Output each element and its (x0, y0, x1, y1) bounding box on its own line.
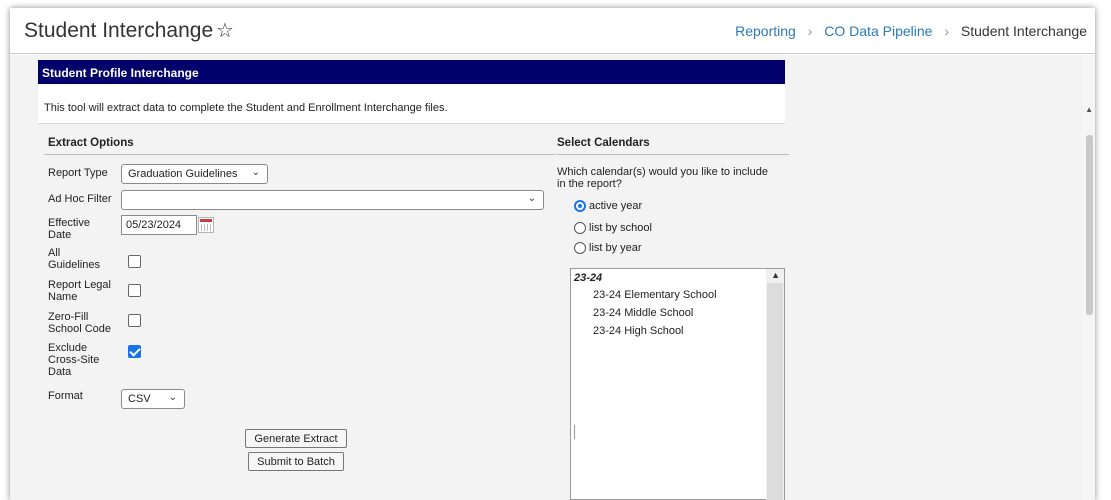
text-cursor (574, 425, 575, 439)
report-type-label: Report Type (48, 167, 108, 179)
app-window: Student Interchange ☆ Reporting › CO Dat… (10, 8, 1095, 500)
all-guidelines-checkbox[interactable] (128, 255, 141, 268)
zero-fill-checkbox[interactable] (128, 314, 141, 327)
report-type-value: Graduation Guidelines (128, 168, 238, 180)
content-area: Student Profile Interchange This tool wi… (10, 55, 1083, 500)
top-bar: Student Interchange ☆ Reporting › CO Dat… (10, 8, 1095, 54)
breadcrumb-reporting[interactable]: Reporting (735, 23, 796, 39)
format-value: CSV (128, 393, 151, 405)
report-legal-name-label-line: Report Legal (48, 279, 111, 291)
report-legal-name-label-line: Name (48, 291, 78, 303)
star-outline-icon[interactable]: ☆ (216, 18, 234, 43)
breadcrumb-co-data-pipeline[interactable]: CO Data Pipeline (824, 23, 932, 39)
exclude-cross-site-label: Exclude Cross-Site Data (48, 342, 99, 378)
chevron-down-icon: ⌄ (527, 193, 536, 204)
interchange-panel: Student Profile Interchange This tool wi… (38, 60, 789, 500)
breadcrumb-current: Student Interchange (960, 23, 1087, 39)
radio-active-year-label: active year (589, 200, 643, 212)
calendar-icon-header (200, 219, 212, 222)
report-legal-name-checkbox[interactable] (128, 284, 141, 297)
all-guidelines-label-line: All (48, 247, 61, 259)
chevron-right-icon: › (807, 23, 813, 39)
report-type-select[interactable]: Graduation Guidelines ⌄ (121, 164, 268, 184)
format-select[interactable]: CSV ⌄ (121, 389, 185, 409)
zero-fill-label: Zero-Fill School Code (48, 311, 111, 335)
exclude-cross-site-checkbox[interactable] (128, 345, 141, 358)
all-guidelines-label: All Guidelines (48, 247, 100, 271)
report-legal-name-label: Report Legal Name (48, 279, 111, 303)
select-calendars-title: Select Calendars (557, 137, 650, 149)
calendar-prompt-line: in the report? (557, 178, 622, 190)
generate-extract-button[interactable]: Generate Extract (245, 429, 347, 448)
format-label: Format (48, 390, 83, 402)
extract-options-title: Extract Options (48, 137, 134, 149)
calendar-icon-grid (201, 224, 211, 231)
radio-list-by-school-label: list by school (589, 222, 652, 234)
page-title: Student Interchange (24, 19, 214, 42)
ad-hoc-filter-select[interactable]: ⌄ (121, 190, 544, 210)
calendar-group-label: 23-24 (574, 272, 603, 284)
zero-fill-label-line: Zero-Fill (48, 311, 89, 323)
calendar-prompt: Which calendar(s) would you like to incl… (557, 166, 768, 190)
page-scroll-thumb[interactable] (1086, 135, 1093, 315)
effective-date-input[interactable]: 05/23/2024 (121, 215, 197, 235)
ad-hoc-filter-label: Ad Hoc Filter (48, 193, 112, 205)
exclude-cross-site-label-line: Data (48, 366, 72, 378)
chevron-down-icon: ⌄ (168, 392, 177, 403)
chevron-down-icon: ⌄ (251, 167, 260, 178)
submit-to-batch-button[interactable]: Submit to Batch (248, 452, 344, 471)
chevron-right-icon: › (944, 23, 949, 39)
radio-active-year[interactable] (574, 200, 586, 212)
chevron-up-icon[interactable]: ▲ (1085, 105, 1093, 114)
exclude-cross-site-label-line: Cross-Site (48, 354, 100, 366)
effective-date-label: Effective Date (48, 217, 90, 241)
exclude-cross-site-label-line: Exclude (48, 342, 88, 354)
calendar-icon[interactable] (198, 217, 214, 233)
chevron-up-icon[interactable]: ▲ (771, 270, 780, 280)
zero-fill-label-line: School Code (48, 323, 111, 335)
radio-list-by-year[interactable] (574, 242, 586, 254)
panel-header: Student Profile Interchange (38, 60, 785, 84)
divider (557, 154, 789, 155)
radio-list-by-year-label: list by year (589, 242, 642, 254)
effective-date-label-line: Date (48, 229, 72, 241)
listbox-scrollbar[interactable]: ▲ (766, 269, 784, 500)
calendar-option-middle[interactable]: 23-24 Middle School (593, 307, 693, 319)
page-scrollbar[interactable]: ▲ (1083, 55, 1095, 500)
radio-list-by-school[interactable] (574, 222, 586, 234)
calendar-option-elementary[interactable]: 23-24 Elementary School (593, 289, 717, 301)
divider (44, 154, 556, 155)
listbox-scroll-thumb[interactable] (767, 283, 783, 500)
calendar-listbox[interactable]: ▲ 23-24 23-24 Elementary School 23-24 Mi… (570, 268, 785, 500)
effective-date-label-line: Effective (48, 217, 90, 229)
all-guidelines-label-line: Guidelines (48, 259, 100, 271)
calendar-option-high[interactable]: 23-24 High School (593, 325, 684, 337)
tool-description: This tool will extract data to complete … (44, 102, 448, 114)
breadcrumb: Reporting › CO Data Pipeline › Student I… (735, 23, 1087, 39)
calendar-prompt-line: Which calendar(s) would you like to incl… (557, 166, 768, 178)
